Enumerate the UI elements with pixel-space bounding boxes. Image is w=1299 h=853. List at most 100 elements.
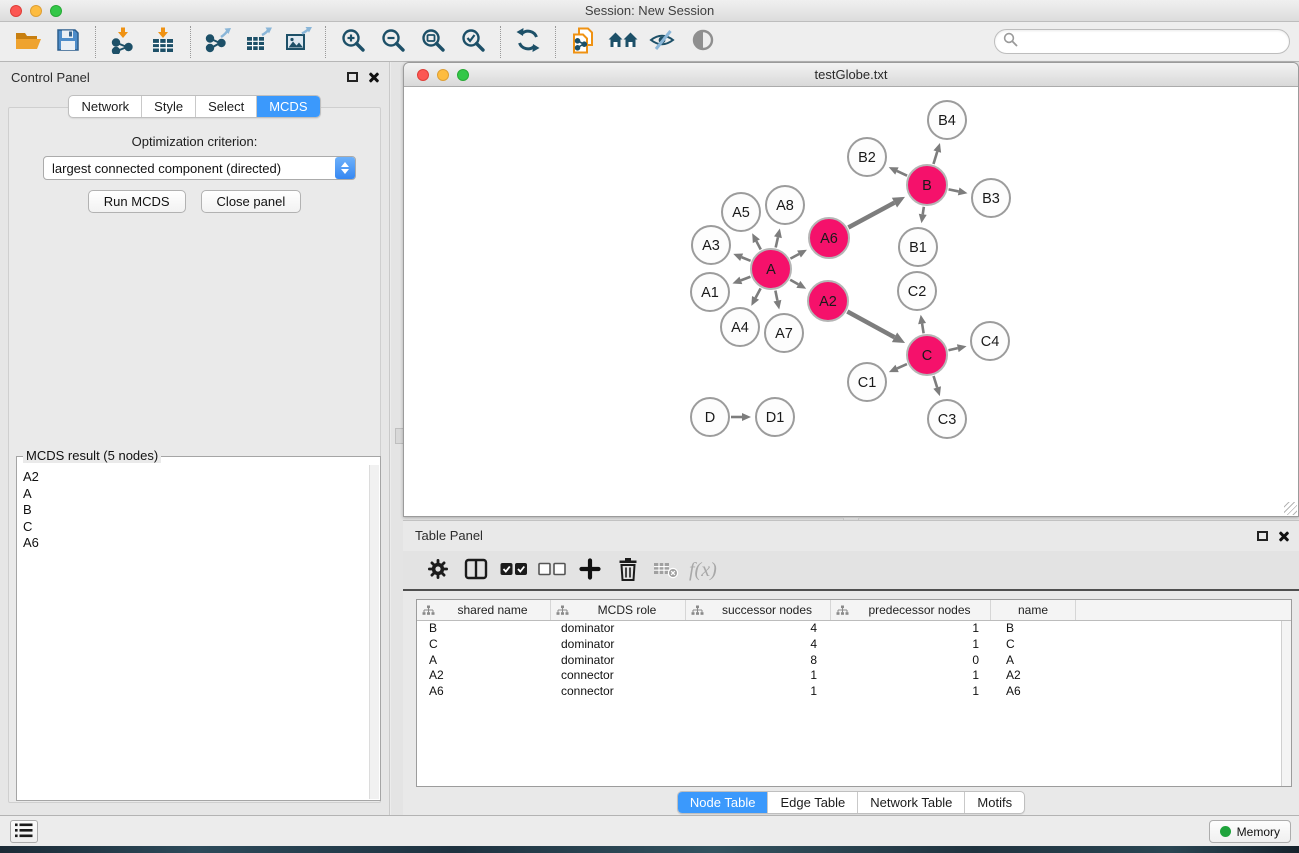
select-all-rows-button[interactable] bbox=[495, 553, 533, 587]
graph-edge-A-A2[interactable] bbox=[790, 280, 806, 289]
graph-node-A7[interactable]: A7 bbox=[765, 314, 803, 352]
network-window-titlebar[interactable]: testGlobe.txt bbox=[404, 63, 1298, 87]
save-session-button[interactable] bbox=[48, 24, 88, 60]
close-panel-button[interactable]: Close panel bbox=[201, 190, 302, 213]
run-mcds-button[interactable]: Run MCDS bbox=[88, 190, 186, 213]
table-settings-button[interactable] bbox=[419, 553, 457, 587]
export-image-button[interactable] bbox=[278, 24, 318, 60]
tab-mcds[interactable]: MCDS bbox=[256, 96, 319, 117]
table-row[interactable]: A2connector11A2 bbox=[417, 668, 1291, 684]
graph-edge-B-B3[interactable] bbox=[949, 188, 968, 196]
close-panel-icon[interactable] bbox=[368, 71, 380, 83]
first-neighbors-button[interactable] bbox=[603, 24, 643, 60]
duplicate-network-button[interactable] bbox=[563, 24, 603, 60]
show-all-button[interactable] bbox=[683, 24, 723, 60]
table-cell-predecessor_nodes[interactable]: 1 bbox=[831, 621, 991, 637]
close-table-panel-icon[interactable] bbox=[1278, 530, 1290, 542]
graph-node-D1[interactable]: D1 bbox=[756, 398, 794, 436]
criterion-dropdown[interactable]: largest connected component (directed) bbox=[43, 156, 356, 180]
tab-style[interactable]: Style bbox=[141, 96, 195, 117]
table-cell-shared_name[interactable]: A bbox=[417, 653, 551, 669]
graph-edge-C-C3[interactable] bbox=[933, 376, 941, 396]
graph-edge-A-A3[interactable] bbox=[733, 254, 750, 261]
graph-node-A1[interactable]: A1 bbox=[691, 273, 729, 311]
table-row[interactable]: A6connector11A6 bbox=[417, 684, 1291, 700]
float-table-panel-icon[interactable] bbox=[1257, 531, 1268, 541]
mcds-result-item[interactable]: A6 bbox=[23, 535, 368, 552]
graph-node-B4[interactable]: B4 bbox=[928, 101, 966, 139]
graph-node-B3[interactable]: B3 bbox=[972, 179, 1010, 217]
export-network-button[interactable] bbox=[198, 24, 238, 60]
table-scrollbar[interactable] bbox=[1281, 621, 1291, 786]
graph-node-B1[interactable]: B1 bbox=[899, 228, 937, 266]
create-column-button[interactable] bbox=[571, 553, 609, 587]
graph-node-A5[interactable]: A5 bbox=[722, 193, 760, 231]
column-header-mcds-role[interactable]: MCDS role bbox=[551, 600, 686, 620]
table-cell-mcds_role[interactable]: dominator bbox=[551, 653, 686, 669]
tab-edge-table[interactable]: Edge Table bbox=[767, 792, 857, 813]
search-input[interactable] bbox=[1022, 32, 1289, 52]
table-cell-successor_nodes[interactable]: 4 bbox=[686, 621, 831, 637]
zoom-out-button[interactable] bbox=[373, 24, 413, 60]
table-cell-mcds_role[interactable]: dominator bbox=[551, 621, 686, 637]
table-cell-shared_name[interactable]: A2 bbox=[417, 668, 551, 684]
tab-select[interactable]: Select bbox=[195, 96, 256, 117]
table-row[interactable]: Cdominator41C bbox=[417, 637, 1291, 653]
graph-node-A8[interactable]: A8 bbox=[766, 186, 804, 224]
graph-edge-A-A8[interactable] bbox=[774, 228, 782, 247]
table-cell-name[interactable]: A2 bbox=[991, 668, 1076, 684]
open-session-button[interactable] bbox=[8, 24, 48, 60]
graph-node-A3[interactable]: A3 bbox=[692, 226, 730, 264]
graph-edge-A6-B[interactable] bbox=[848, 197, 905, 228]
table-cell-successor_nodes[interactable]: 4 bbox=[686, 637, 831, 653]
table-row[interactable]: Adominator80A bbox=[417, 653, 1291, 669]
column-header-shared-name[interactable]: shared name bbox=[417, 600, 551, 620]
graph-node-B[interactable]: B bbox=[907, 165, 947, 205]
table-cell-name[interactable]: C bbox=[991, 637, 1076, 653]
tab-network-table[interactable]: Network Table bbox=[857, 792, 964, 813]
table-cell-predecessor_nodes[interactable]: 1 bbox=[831, 637, 991, 653]
column-header-name[interactable]: name bbox=[991, 600, 1076, 620]
tab-network[interactable]: Network bbox=[69, 96, 141, 117]
table-cell-predecessor_nodes[interactable]: 0 bbox=[831, 653, 991, 669]
import-table-button[interactable] bbox=[143, 24, 183, 60]
import-network-button[interactable] bbox=[103, 24, 143, 60]
table-cell-predecessor_nodes[interactable]: 1 bbox=[831, 668, 991, 684]
memory-button[interactable]: Memory bbox=[1209, 820, 1291, 843]
graph-edge-B-B1[interactable] bbox=[919, 207, 927, 223]
graph-node-A4[interactable]: A4 bbox=[721, 308, 759, 346]
graph-edge-A-A6[interactable] bbox=[790, 250, 807, 259]
table-cell-successor_nodes[interactable]: 8 bbox=[686, 653, 831, 669]
network-canvas[interactable]: B4B2BB3A5A8A6B1A3AC2A1A2A4A7C4CC1C3DD1 bbox=[404, 87, 1298, 516]
graph-node-A2[interactable]: A2 bbox=[808, 281, 848, 321]
show-columns-button[interactable] bbox=[457, 553, 495, 587]
graph-edge-A2-C[interactable] bbox=[847, 312, 905, 343]
hide-selected-button[interactable] bbox=[643, 24, 683, 60]
refresh-network-button[interactable] bbox=[508, 24, 548, 60]
graph-edge-C-C4[interactable] bbox=[948, 344, 966, 352]
graph-node-C4[interactable]: C4 bbox=[971, 322, 1009, 360]
graph-edge-B-B2[interactable] bbox=[889, 167, 907, 176]
graph-edge-C-C2[interactable] bbox=[918, 315, 926, 334]
mcds-result-item[interactable]: B bbox=[23, 502, 368, 519]
table-cell-mcds_role[interactable]: connector bbox=[551, 684, 686, 700]
table-cell-name[interactable]: A6 bbox=[991, 684, 1076, 700]
mcds-result-item[interactable]: A bbox=[23, 486, 368, 503]
mcds-result-item[interactable]: A2 bbox=[23, 469, 368, 486]
graph-edge-A-A4[interactable] bbox=[751, 288, 760, 305]
tab-node-table[interactable]: Node Table bbox=[678, 792, 768, 813]
graph-edge-B-B4[interactable] bbox=[933, 143, 941, 164]
graph-node-D[interactable]: D bbox=[691, 398, 729, 436]
graph-edge-A-A7[interactable] bbox=[774, 291, 782, 310]
zoom-fit-button[interactable] bbox=[413, 24, 453, 60]
graph-node-C2[interactable]: C2 bbox=[898, 272, 936, 310]
export-table-button[interactable] bbox=[238, 24, 278, 60]
tab-motifs[interactable]: Motifs bbox=[964, 792, 1024, 813]
graph-node-A[interactable]: A bbox=[751, 249, 791, 289]
graph-node-C3[interactable]: C3 bbox=[928, 400, 966, 438]
network-graph[interactable]: B4B2BB3A5A8A6B1A3AC2A1A2A4A7C4CC1C3DD1 bbox=[404, 87, 1298, 516]
float-panel-icon[interactable] bbox=[347, 72, 358, 82]
table-cell-name[interactable]: A bbox=[991, 653, 1076, 669]
table-row[interactable]: Bdominator41B bbox=[417, 621, 1291, 637]
mcds-result-item[interactable]: C bbox=[23, 519, 368, 536]
